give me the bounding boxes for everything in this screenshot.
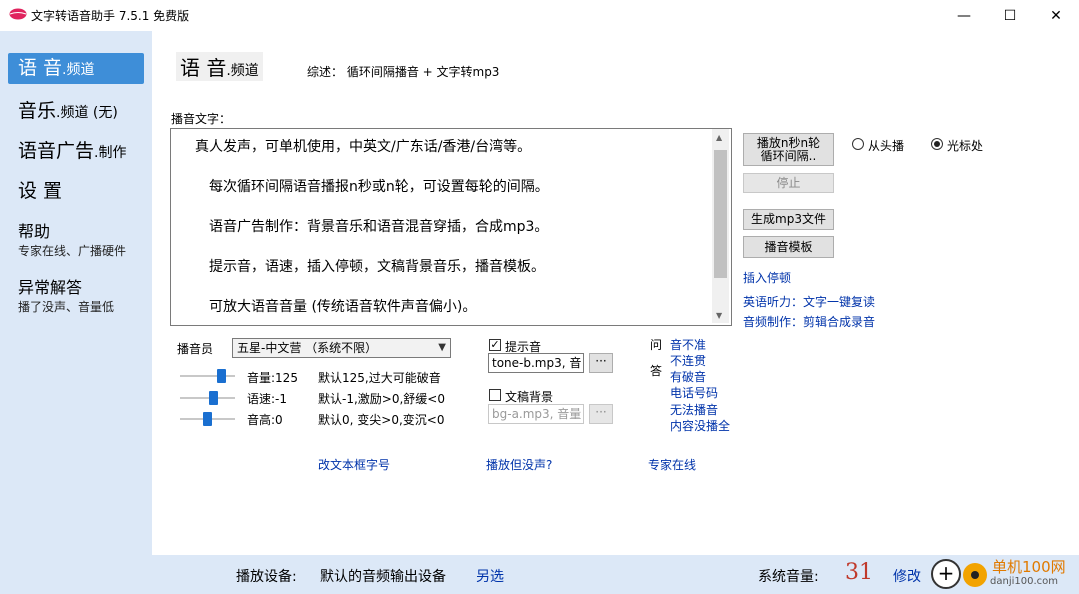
play-loop-line2: 循环间隔.. <box>760 149 817 163</box>
nav-label: 语 音 <box>18 57 63 79</box>
page-title: 语 音.频道 <box>176 52 263 81</box>
scrollbar-thumb[interactable] <box>714 150 727 278</box>
device-value: 默认的音频输出设备 <box>320 569 446 585</box>
device-change-link[interactable]: 另选 <box>476 566 504 586</box>
tone-checkbox[interactable]: ✓ <box>489 339 501 351</box>
minimize-icon: — <box>957 7 971 24</box>
qa-question-label: 问 <box>650 338 663 352</box>
qa-link[interactable]: 电话号码 <box>670 384 718 401</box>
watermark-url: danji100.com <box>990 576 1058 587</box>
play-loop-button[interactable]: 播放n秒n轮 循环间隔.. <box>743 133 834 166</box>
pitch-slider-thumb[interactable] <box>203 412 212 426</box>
bg-file-input[interactable]: bg-a.mp3, 音量 <box>488 404 584 424</box>
volume-slider-track[interactable] <box>180 375 235 377</box>
nav-suffix: .制作 <box>94 145 127 161</box>
minimize-button[interactable]: — <box>941 0 987 31</box>
text-line: 每次循环间隔语音播报n秒或n轮，可设置每轮的间隔。 <box>209 179 549 195</box>
volume-hint: 默认125,过大可能破音 <box>318 371 441 385</box>
nav-label: 异常解答 <box>18 278 83 297</box>
nav-suffix: .频道 <box>62 62 95 78</box>
nav-label: 帮助 <box>18 222 51 241</box>
qa-link[interactable]: 有破音 <box>670 368 706 385</box>
close-button[interactable]: ✕ <box>1033 0 1079 31</box>
bg-browse-button[interactable]: ··· <box>589 404 613 424</box>
template-button[interactable]: 播音模板 <box>743 236 834 258</box>
nav-suffix: .频道 (无) <box>56 105 118 121</box>
announcer-select[interactable]: 五星-中文营 （系统不限） ▼ <box>232 338 451 358</box>
chevron-down-icon: ▼ <box>438 342 446 353</box>
window-title: 文字转语音助手 7.5.1 免费版 <box>31 9 190 23</box>
speed-label: 语速:-1 <box>247 392 288 406</box>
nav-label: 语音广告 <box>18 140 95 162</box>
device-label: 播放设备: <box>236 569 297 585</box>
page-title-suffix: .频道 <box>226 63 259 79</box>
scroll-down-icon[interactable]: ▼ <box>716 311 722 320</box>
announcer-value: 五星-中文营 （系统不限） <box>237 341 378 355</box>
text-label: 播音文字： <box>171 112 232 126</box>
radio-from-start[interactable] <box>852 138 864 150</box>
bg-label: 文稿背景 <box>505 390 554 404</box>
nav-settings[interactable]: 设 置 <box>8 176 154 203</box>
speed-hint: 默认-1,激励>0,舒缓<0 <box>318 392 445 406</box>
nav-music-channel[interactable]: 音乐.频道 (无) <box>8 96 154 123</box>
volume-slider-thumb[interactable] <box>216 369 226 383</box>
tone-file-input[interactable]: tone-b.mp3, 音 <box>488 353 584 373</box>
radio-from-start-label: 从头播 <box>868 139 905 153</box>
nav-label: 音乐 <box>18 100 57 122</box>
english-listening-link[interactable]: 英语听力：文字一键复读 <box>743 293 875 310</box>
radio-cursor-label: 光标处 <box>947 139 984 153</box>
text-line: 真人发声，可单机使用，中英文/广东话/香港/台湾等。 <box>195 139 532 155</box>
text-line: 语音广告制作：背景音乐和语音混音穿插，合成mp3。 <box>209 219 549 235</box>
nav-label: 设 置 <box>18 180 63 202</box>
font-size-link[interactable]: 改文本框字号 <box>318 456 390 473</box>
nav-voice-channel[interactable]: 语 音.频道 <box>8 53 144 84</box>
maximize-icon: ☐ <box>1003 7 1017 24</box>
title-bar: 文字转语音助手 7.5.1 免费版 — ☐ ✕ <box>0 0 1079 31</box>
expert-online-link[interactable]: 专家在线 <box>648 456 696 473</box>
audio-production-link[interactable]: 音频制作：剪辑合成录音 <box>743 313 875 330</box>
system-volume-label: 系统音量: <box>758 569 819 585</box>
generate-mp3-button[interactable]: 生成mp3文件 <box>743 209 834 230</box>
lips-icon <box>9 8 27 20</box>
pitch-hint: 默认0, 变尖>0,变沉<0 <box>318 413 445 427</box>
bg-checkbox[interactable] <box>489 389 501 401</box>
nav-help[interactable]: 帮助 专家在线、广播硬件 <box>8 218 154 259</box>
no-sound-link[interactable]: 播放但没声? <box>486 456 552 473</box>
nav-troubleshoot[interactable]: 异常解答 播了没声、音量低 <box>8 274 154 315</box>
summary-text: 综述： 循环间隔播音 + 文字转mp3 <box>307 65 500 79</box>
speed-slider-thumb[interactable] <box>208 391 218 405</box>
speed-slider-track[interactable] <box>180 397 235 399</box>
qa-link[interactable]: 内容没播全 <box>670 417 730 434</box>
radio-cursor[interactable] <box>931 138 943 150</box>
check-icon: ✓ <box>490 338 500 351</box>
nav-sub: 专家在线、广播硬件 <box>18 244 127 258</box>
insert-pause-link[interactable]: 插入停顿 <box>743 269 791 286</box>
watermark-site-name: 单机100网 <box>992 558 1066 576</box>
maximize-button[interactable]: ☐ <box>987 0 1033 31</box>
qa-answer-label: 答 <box>650 364 663 378</box>
announcer-label: 播音员 <box>177 342 214 356</box>
qa-link[interactable]: 不连贯 <box>670 352 706 369</box>
close-icon: ✕ <box>1050 7 1062 24</box>
nav-sub: 播了没声、音量低 <box>18 300 115 314</box>
page-title-main: 语 音 <box>180 56 227 80</box>
plus-icon: + <box>931 559 961 589</box>
qa-link[interactable]: 音不准 <box>670 336 706 353</box>
volume-label: 音量:125 <box>247 371 298 385</box>
stop-button[interactable]: 停止 <box>743 173 834 193</box>
qa-link[interactable]: 无法播音 <box>670 401 718 418</box>
text-line: 提示音，语速，插入停顿，文稿背景音乐，播音模板。 <box>209 259 545 275</box>
text-line: 可放大语音音量 (传统语音软件声音偏小)。 <box>209 299 477 315</box>
scroll-up-icon[interactable]: ▲ <box>716 133 722 142</box>
pitch-label: 音高:0 <box>247 413 283 427</box>
watermark-logo-icon <box>963 563 987 587</box>
tone-browse-button[interactable]: ··· <box>589 353 613 373</box>
modify-volume-link[interactable]: 修改 <box>893 566 921 586</box>
nav-voice-ad[interactable]: 语音广告.制作 <box>8 136 154 163</box>
system-volume-value: 31 <box>845 560 873 585</box>
